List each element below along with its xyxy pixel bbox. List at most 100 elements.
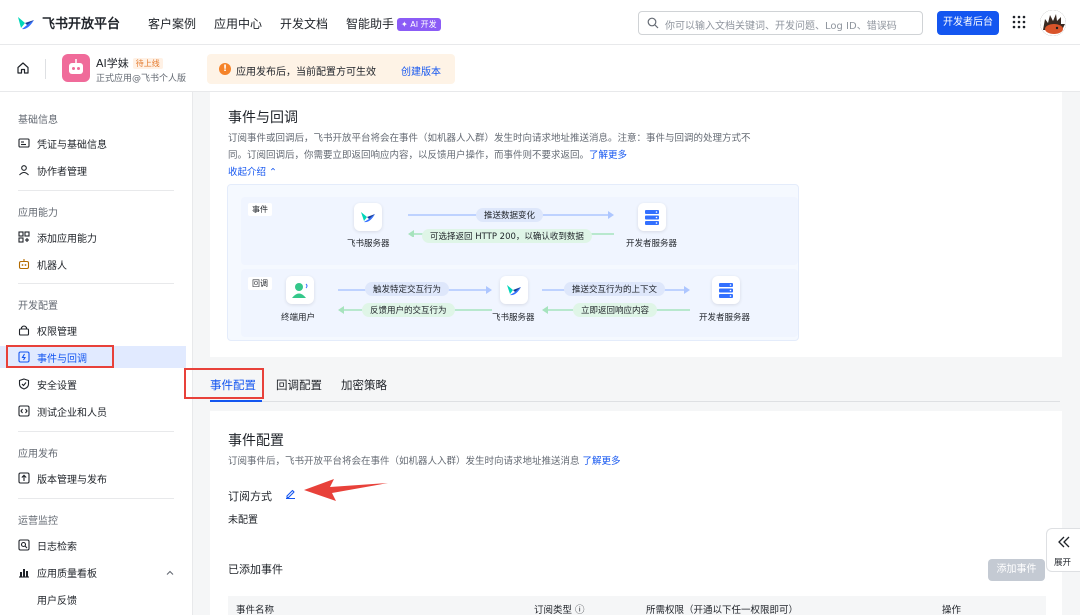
highlight-box-tab [184, 368, 264, 399]
log-icon [18, 539, 30, 551]
dev-server-node [638, 203, 666, 231]
feishu-logo-icon [361, 212, 375, 223]
app-subtitle: 正式应用@飞书个人版 [96, 74, 187, 84]
collapse-intro-link[interactable]: 收起介绍 ⌃ [228, 164, 277, 178]
column-header: 订阅类型 ⓘ [534, 605, 585, 615]
event-config-desc-text: 订阅事件后，飞书开放平台将会在事件（如机器人入群）发生时向请求地址推送消息 [228, 456, 580, 467]
trigger-label: 触发特定交互行为 [365, 282, 450, 296]
sidebar-item-versions[interactable]: 版本管理与发布 [0, 467, 186, 489]
intro-desc-line-1: 订阅事件或回调后，飞书开放平台将会在事件（如机器人入群）发生时向请求地址推送消息… [228, 133, 751, 144]
logo[interactable]: 飞书开放平台 [16, 13, 120, 32]
warning-icon: ! [219, 63, 231, 75]
app-name-text: AI学妹 [96, 57, 129, 70]
feishu-server-label: 飞书服务器 [347, 239, 390, 249]
event-tag: 事件 [248, 203, 272, 216]
hedgehog-avatar-icon [1040, 10, 1066, 36]
chevron-up-icon[interactable] [165, 568, 175, 578]
add-event-button[interactable]: 添加事件 [988, 559, 1045, 581]
sidebar-section-title: 基础信息 [18, 115, 58, 126]
sidebar-item-bot[interactable]: 机器人 [0, 253, 186, 275]
feishu-server-node [354, 203, 382, 231]
nav-smart-assistant[interactable]: 智能助手 ✦ AI 开发 [346, 15, 441, 32]
end-user-icon [292, 283, 308, 298]
learn-more-link-2[interactable]: 了解更多 [583, 456, 621, 467]
sidebar-item-label: 添加应用能力 [37, 234, 97, 245]
tab-callback-config[interactable]: 回调配置 [276, 377, 322, 393]
sidebar-item-label: 用户反馈 [37, 596, 77, 607]
app-bar: AI学妹 待上线 正式应用@飞书个人版 ! 应用发布后，当前配置方可生效 创建版本 [0, 45, 1080, 92]
sidebar-item-collaborators[interactable]: 协作者管理 [0, 159, 186, 181]
home-icon[interactable] [16, 61, 30, 75]
divider [45, 59, 46, 79]
app-name: AI学妹 待上线 [96, 55, 163, 71]
apps-grid-icon[interactable] [1012, 15, 1026, 29]
sidebar-divider [18, 498, 174, 499]
sidebar-item-test-users[interactable]: 测试企业和人员 [0, 400, 186, 422]
sidebar-section-title: 应用能力 [18, 208, 58, 219]
sidebar-item-label: 应用质量看板 [37, 569, 97, 580]
learn-more-link[interactable]: 了解更多 [589, 150, 627, 161]
double-chevron-left-icon [1058, 536, 1070, 548]
lock-icon [18, 325, 30, 336]
server-icon [645, 210, 659, 225]
sidebar-item-logs[interactable]: 日志检索 [0, 534, 186, 556]
intro-desc-text: 同。订阅回调后，你需要立即返回响应内容，以反馈用户操作，而事件则不要求返回。 [228, 150, 590, 161]
create-version-link[interactable]: 创建版本 [401, 63, 441, 78]
feedback-label: 反馈用户的交互行为 [362, 303, 455, 317]
sidebar-item-label: 安全设置 [37, 381, 77, 392]
feishu-server-label-2: 飞书服务器 [492, 313, 535, 323]
intro-title: 事件与回调 [228, 110, 298, 126]
subscription-mode-value: 未配置 [228, 515, 258, 526]
intro-description: 订阅事件或回调后，飞书开放平台将会在事件（如机器人入群）发生时向请求地址推送消息… [228, 130, 798, 164]
expand-panel-button[interactable]: 展开 [1046, 528, 1080, 572]
highlight-box-sidebar [6, 345, 114, 368]
dev-console-button[interactable]: 开发者后台 [937, 11, 999, 35]
search-placeholder: 你可以输入文档关键词、开发问题、Log ID、错误码 [665, 21, 897, 32]
notice-text: 应用发布后，当前配置方可生效 [236, 67, 376, 78]
user-avatar[interactable] [1040, 10, 1066, 36]
sidebar-divider [18, 190, 174, 191]
sidebar-item-label: 权限管理 [37, 327, 77, 338]
chart-icon [19, 569, 29, 578]
sidebar-item-security[interactable]: 安全设置 [0, 373, 186, 395]
user-icon [19, 165, 29, 176]
feishu-server-node-2 [500, 276, 528, 304]
nav-dev-docs[interactable]: 开发文档 [280, 15, 328, 32]
sidebar-item-user-feedback[interactable]: 用户反馈 [0, 588, 186, 610]
added-events-title: 已添加事件 [228, 563, 283, 576]
bot-icon [18, 259, 30, 270]
expand-label: 展开 [1054, 558, 1072, 568]
sidebar-item-credentials[interactable]: 凭证与基础信息 [0, 132, 186, 154]
sidebar-section-title: 开发配置 [18, 301, 58, 312]
column-header: 事件名称 [236, 605, 275, 615]
sidebar-divider [18, 431, 174, 432]
top-nav: 飞书开放平台 客户案例 应用中心 开发文档 智能助手 ✦ AI 开发 你可以输入文… [0, 0, 1080, 45]
event-callback-diagram: 事件 回调 飞书服务器 推送数据变化 可选择返回 HTTP 200，以确认收到数… [227, 184, 799, 341]
sidebar-item-label: 凭证与基础信息 [37, 140, 107, 151]
nav-customer-cases[interactable]: 客户案例 [148, 15, 196, 32]
nav-app-center[interactable]: 应用中心 [214, 15, 262, 32]
sidebar-item-quality-dashboard[interactable]: 应用质量看板 [0, 561, 186, 583]
tab-encryption[interactable]: 加密策略 [341, 377, 387, 393]
robot-face-icon [69, 59, 83, 74]
ai-badge: ✦ AI 开发 [397, 18, 441, 31]
return-now-label: 立即返回响应内容 [573, 303, 658, 317]
sidebar-item-label: 机器人 [37, 261, 67, 272]
push-context-label: 推送交互行为的上下文 [564, 282, 666, 296]
sidebar-section-title: 应用发布 [18, 449, 58, 460]
events-table-header: 事件名称 订阅类型 ⓘ 所需权限（开通以下任一权限即可） 操作 [228, 596, 1046, 615]
sidebar-item-label: 日志检索 [37, 542, 77, 553]
active-tab-indicator [210, 400, 262, 402]
search-input[interactable]: 你可以输入文档关键词、开发问题、Log ID、错误码 [638, 11, 923, 35]
event-config-card [210, 411, 1062, 615]
sidebar-item-permissions[interactable]: 权限管理 [0, 319, 186, 341]
code-icon [18, 405, 30, 417]
logo-text: 飞书开放平台 [42, 17, 121, 32]
edit-icon[interactable] [285, 488, 296, 499]
nav-smart-assistant-label: 智能助手 [346, 17, 395, 31]
sidebar-item-add-capability[interactable]: 添加应用能力 [0, 226, 186, 248]
feishu-logo-icon [507, 285, 521, 296]
intro-desc-line-2: 同。订阅回调后，你需要立即返回响应内容，以反馈用户操作，而事件则不要求返回。了解… [228, 147, 798, 164]
event-config-desc: 订阅事件后，飞书开放平台将会在事件（如机器人入群）发生时向请求地址推送消息 了解… [228, 453, 621, 470]
sidebar-item-label: 版本管理与发布 [37, 475, 107, 486]
